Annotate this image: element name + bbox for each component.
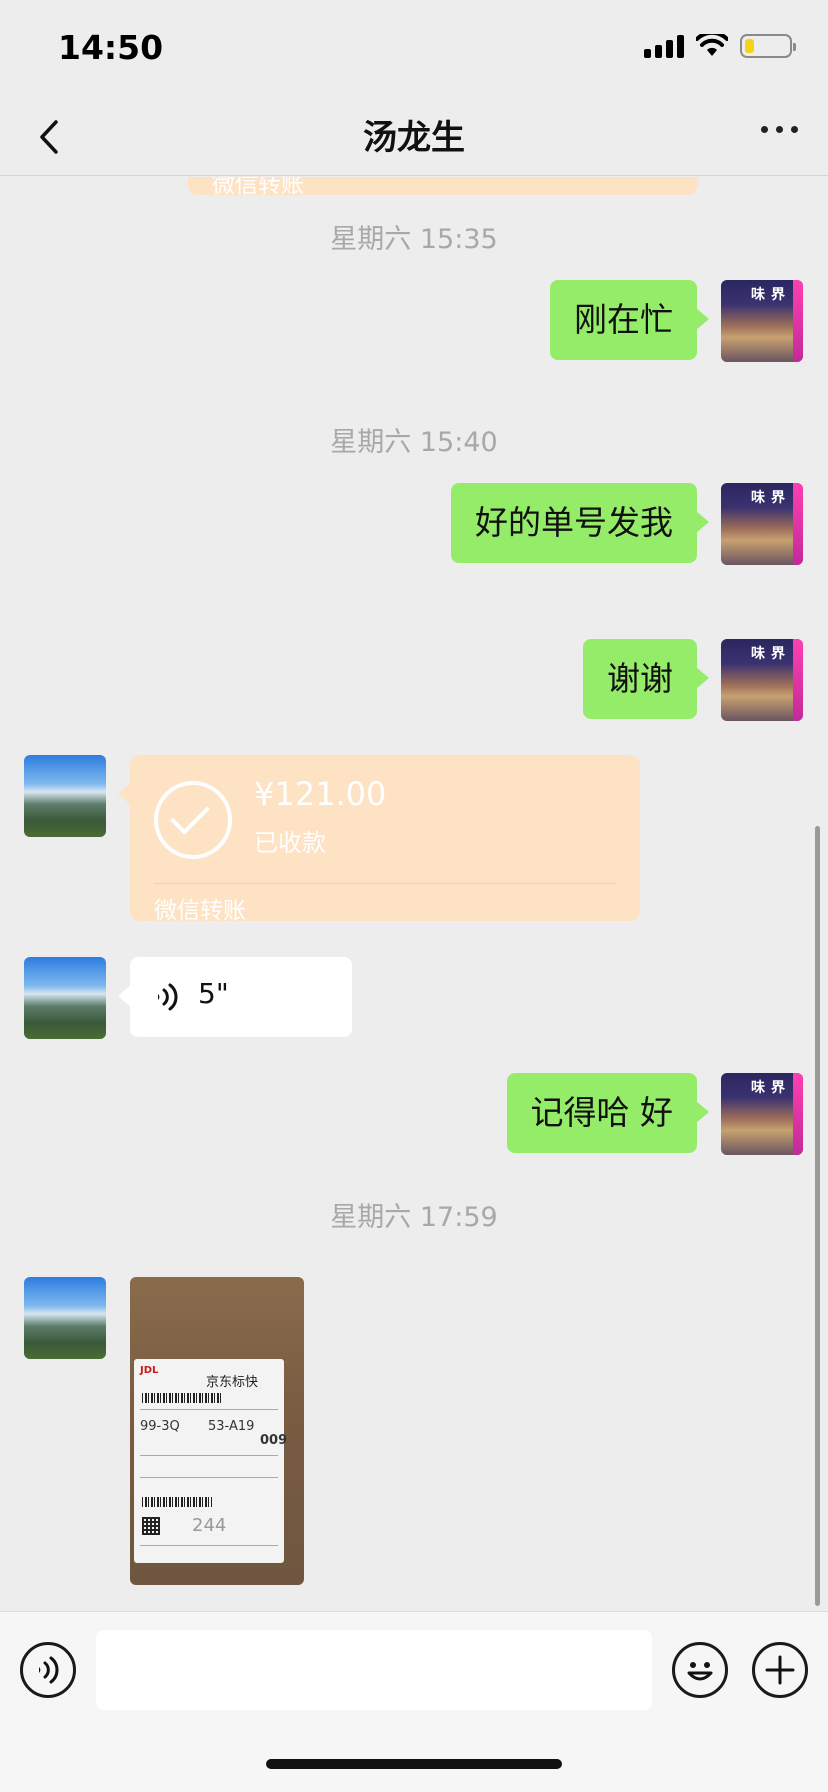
emoji-button[interactable] xyxy=(672,1642,728,1698)
battery-icon xyxy=(740,34,796,58)
message-bubble-self[interactable]: 记得哈 好 xyxy=(506,1073,709,1153)
shipping-label: JDL 京东标快 99-3Q 53-A19 009 244 xyxy=(134,1359,288,1563)
status-icons xyxy=(644,34,796,58)
self-avatar[interactable]: 味界 xyxy=(721,483,803,565)
more-icon[interactable] xyxy=(761,126,798,133)
transfer-amount: ¥121.00 xyxy=(254,775,387,813)
transfer-card[interactable]: ¥121.00 已收款 微信转账 xyxy=(118,755,640,924)
chat-area[interactable]: 微信转账 星期六 15:35 刚在忙 味界 星期六 15:40 好的单号发我 味… xyxy=(0,177,828,1611)
self-avatar[interactable]: 味界 xyxy=(721,1073,803,1155)
transfer-status: 已收款 xyxy=(254,829,326,857)
self-avatar[interactable]: 味界 xyxy=(721,280,803,362)
self-avatar[interactable]: 味界 xyxy=(721,639,803,721)
qr-code xyxy=(142,1517,160,1535)
plus-icon xyxy=(765,1655,795,1685)
plus-button[interactable] xyxy=(752,1642,808,1698)
label-code-3: 009 xyxy=(260,1433,288,1448)
label-code-2: 53-A19 xyxy=(208,1419,255,1434)
emoji-icon xyxy=(687,1662,713,1681)
check-icon xyxy=(154,781,232,859)
signal-icon xyxy=(644,34,684,58)
wifi-icon xyxy=(696,34,728,56)
contact-avatar[interactable] xyxy=(24,1277,106,1359)
message-bubble-self[interactable]: 刚在忙 xyxy=(550,280,709,360)
timestamp: 星期六 15:40 xyxy=(330,427,498,458)
divider xyxy=(154,883,616,884)
barcode xyxy=(142,1393,222,1403)
previous-transfer-card[interactable]: 微信转账 xyxy=(188,177,698,198)
barcode xyxy=(142,1497,212,1507)
scrollbar[interactable] xyxy=(815,826,820,1606)
status-time: 14:50 xyxy=(58,28,164,67)
contact-avatar[interactable] xyxy=(24,957,106,1039)
label-code-1: 99-3Q xyxy=(140,1419,180,1434)
timestamp: 星期六 15:35 xyxy=(330,224,498,255)
message-bubble-self[interactable]: 好的单号发我 xyxy=(451,483,709,563)
previous-transfer-label: 微信转账 xyxy=(212,177,304,198)
voice-input-button[interactable] xyxy=(20,1642,76,1698)
voice-icon xyxy=(158,983,178,1011)
home-indicator[interactable] xyxy=(266,1759,562,1769)
timestamp: 星期六 17:59 xyxy=(330,1202,498,1233)
nav-bar: 汤龙生 xyxy=(0,100,828,176)
message-bubble-self[interactable]: 谢谢 xyxy=(583,639,709,719)
message-input[interactable] xyxy=(96,1630,652,1710)
label-number: 244 xyxy=(192,1515,227,1536)
label-brand: JDL xyxy=(140,1365,159,1376)
status-bar: 14:50 xyxy=(0,0,828,100)
voice-icon xyxy=(39,1656,59,1684)
label-title: 京东标快 xyxy=(206,1375,259,1390)
contact-avatar[interactable] xyxy=(24,755,106,837)
chat-title: 汤龙生 xyxy=(363,118,465,158)
voice-duration: 5" xyxy=(198,977,229,1010)
voice-message[interactable]: 5" xyxy=(118,957,352,1037)
shipping-label-photo[interactable]: JDL 京东标快 99-3Q 53-A19 009 244 xyxy=(130,1277,304,1585)
transfer-label: 微信转账 xyxy=(154,898,246,924)
